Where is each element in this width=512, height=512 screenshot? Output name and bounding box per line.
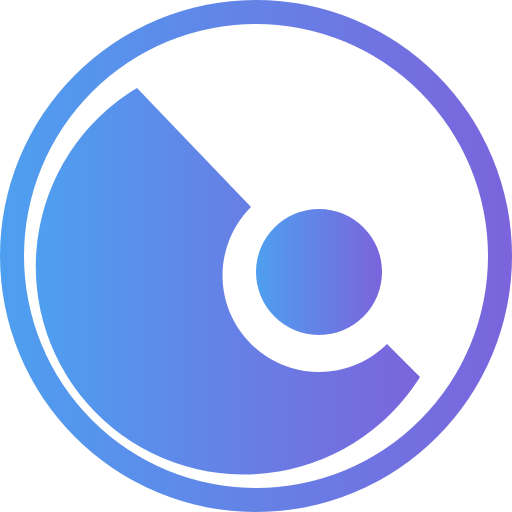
disc-icon <box>0 0 512 512</box>
disc-hub <box>256 209 382 335</box>
icon-canvas <box>0 0 512 512</box>
